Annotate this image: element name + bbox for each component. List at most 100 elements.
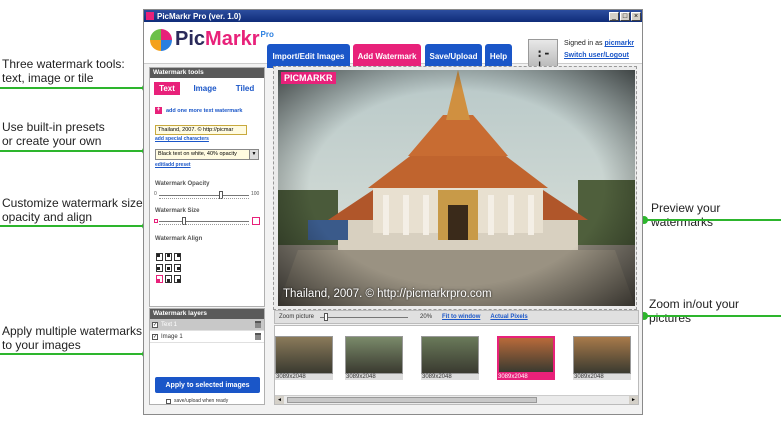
tab-tiled[interactable]: Tiled (232, 82, 258, 95)
callout-zoom-connector (644, 315, 781, 317)
opacity-ticks (159, 197, 249, 199)
tab-image[interactable]: Image (190, 82, 220, 95)
actual-pixels-link[interactable]: Actual Pixels (490, 314, 527, 320)
callout-zoom: Zoom in/out your pictures (649, 297, 740, 325)
add-special-characters-link[interactable]: add special characters (155, 136, 209, 142)
app-header: PicMarkr Pro Import/Edit Images Add Wate… (144, 22, 642, 74)
preset-value: Black text on white, 40% opacity (158, 151, 237, 157)
layer-row-text-1[interactable]: ✓ Text 1 (150, 319, 264, 331)
thumbnail-caption: 3089x2048 (421, 374, 479, 380)
edit-preset-link[interactable]: edit/add preset (155, 162, 191, 168)
zoom-bar: Zoom picture 20% Fit to window Actual Pi… (274, 310, 639, 324)
size-label: Watermark Size (155, 208, 200, 214)
app-window: PicMarkr Pro (ver. 1.0) _ □ × PicMarkr P… (143, 9, 643, 415)
app-icon (146, 12, 154, 20)
zoom-slider-thumb[interactable] (324, 312, 329, 321)
callout-preview: Preview your watermarks (651, 201, 721, 229)
apply-to-selected-button[interactable]: Apply to selected images (155, 377, 260, 393)
preview-area: PICMARKR Thailand, 2007. © http://picmar… (273, 66, 637, 310)
align-middle-left[interactable] (156, 264, 163, 272)
thumbnail-item[interactable]: 3089x2048 (497, 336, 559, 388)
avatar: :-| (528, 39, 558, 74)
switch-user-link[interactable]: Switch user/Logout (564, 52, 629, 59)
callout-multiple: Apply multiple watermarks to your images (2, 324, 142, 352)
thumbnail-item[interactable]: 3089x2048 (275, 336, 337, 388)
watermark-text-input[interactable]: Thailand, 2007. © http://picmar (155, 125, 247, 135)
opacity-max-label: 100 (251, 191, 260, 197)
thumbnail-image (421, 336, 479, 374)
align-grid (156, 253, 182, 285)
thumbnail-scrollbar[interactable]: ◄ ► (275, 395, 638, 404)
watermark-layers-panel: Watermark layers ✓ Text 1 ✓ Image 1 Appl… (149, 308, 265, 405)
add-text-watermark-link[interactable]: + add one more text watermark (155, 107, 242, 114)
scroll-thumb[interactable] (287, 397, 537, 403)
opacity-label: Watermark Opacity (155, 181, 210, 187)
nav-save-upload[interactable]: Save/Upload (425, 44, 482, 68)
zoom-label: Zoom picture (279, 314, 315, 320)
callout-presets: Use built-in presets or create your own (2, 120, 105, 148)
save-when-ready-checkbox[interactable] (166, 398, 171, 404)
watermark-tools-panel: Watermark tools Text Image Tiled + add o… (149, 67, 265, 307)
fit-to-window-link[interactable]: Fit to window (442, 314, 480, 320)
watermark-text-overlay[interactable]: Thailand, 2007. © http://picmarkrpro.com (283, 288, 492, 300)
logo-markr: Markr (205, 28, 260, 50)
thumbnail-item[interactable]: 3089x2048 (421, 336, 483, 388)
layer-label: Text 1 (161, 321, 178, 328)
preset-select[interactable]: Black text on white, 40% opacity ▼ (155, 149, 259, 160)
layer-checkbox[interactable]: ✓ (152, 321, 158, 328)
preview-photo[interactable]: PICMARKR Thailand, 2007. © http://picmar… (278, 70, 635, 306)
callout-customize-connector (0, 225, 146, 227)
callout-customize-line1: Customize watermark size, (2, 196, 147, 210)
callout-tools-line2: text, image or tile (2, 71, 94, 85)
callout-preview-connector (644, 219, 781, 221)
align-top-left[interactable] (156, 253, 163, 261)
trash-icon[interactable] (255, 333, 261, 340)
save-when-ready-label: save/upload when ready (174, 398, 229, 404)
layer-checkbox[interactable]: ✓ (152, 333, 158, 340)
nav-add-watermark[interactable]: Add Watermark (353, 44, 421, 68)
align-middle-right[interactable] (174, 264, 181, 272)
nav-import-edit-images[interactable]: Import/Edit Images (267, 44, 350, 68)
save-when-ready-option[interactable]: save/upload when ready (166, 398, 228, 404)
layer-label: Image 1 (161, 333, 183, 340)
thumbnail-strip: 3089x2048 3089x2048 3089x2048 3089x2048 3089… (274, 325, 639, 405)
callout-multiple-connector (0, 353, 146, 355)
align-top-center[interactable] (165, 253, 172, 261)
align-top-right[interactable] (174, 253, 181, 261)
thumbnail-item[interactable]: 3089x2048 (573, 336, 635, 388)
align-bottom-right[interactable] (174, 275, 181, 283)
size-small-icon (154, 219, 158, 223)
title-bar[interactable]: PicMarkr Pro (ver. 1.0) _ □ × (144, 10, 642, 22)
plus-icon: + (155, 107, 162, 114)
scroll-right-icon[interactable]: ► (629, 396, 638, 404)
thumbnail-caption: 3089x2048 (497, 374, 555, 380)
align-bottom-center[interactable] (165, 275, 172, 283)
thumbnail-item[interactable]: 3089x2048 (345, 336, 407, 388)
align-bottom-left[interactable] (156, 275, 163, 283)
nav-help[interactable]: Help (485, 44, 512, 68)
window-title: PicMarkr Pro (ver. 1.0) (157, 11, 242, 21)
zoom-slider[interactable] (320, 312, 409, 321)
thumbnail-image (275, 336, 333, 374)
trash-icon[interactable] (255, 321, 261, 328)
callout-presets-line1: Use built-in presets (2, 120, 105, 134)
username-link[interactable]: picmarkr (604, 40, 634, 47)
temple-photo-image (278, 70, 635, 306)
size-slider[interactable] (159, 217, 249, 225)
chevron-down-icon[interactable]: ▼ (249, 150, 258, 159)
minimize-button[interactable]: _ (609, 11, 619, 21)
close-button[interactable]: × (631, 11, 641, 21)
opacity-slider[interactable] (159, 191, 249, 199)
tab-text[interactable]: Text (154, 82, 180, 95)
add-text-watermark-label: add one more text watermark (166, 107, 243, 114)
logo-swirl-icon (150, 28, 172, 51)
thumbnail-caption: 3089x2048 (573, 374, 631, 380)
watermark-tool-tabs: Text Image Tiled (150, 78, 264, 96)
watermark-logo-overlay[interactable]: PICMARKR (281, 72, 336, 84)
size-large-icon (252, 217, 260, 225)
thumbnail-caption: 3089x2048 (345, 374, 403, 380)
layer-row-image-1[interactable]: ✓ Image 1 (150, 331, 264, 343)
maximize-button[interactable]: □ (620, 11, 630, 21)
scroll-left-icon[interactable]: ◄ (275, 396, 284, 404)
align-middle-center[interactable] (165, 264, 172, 272)
